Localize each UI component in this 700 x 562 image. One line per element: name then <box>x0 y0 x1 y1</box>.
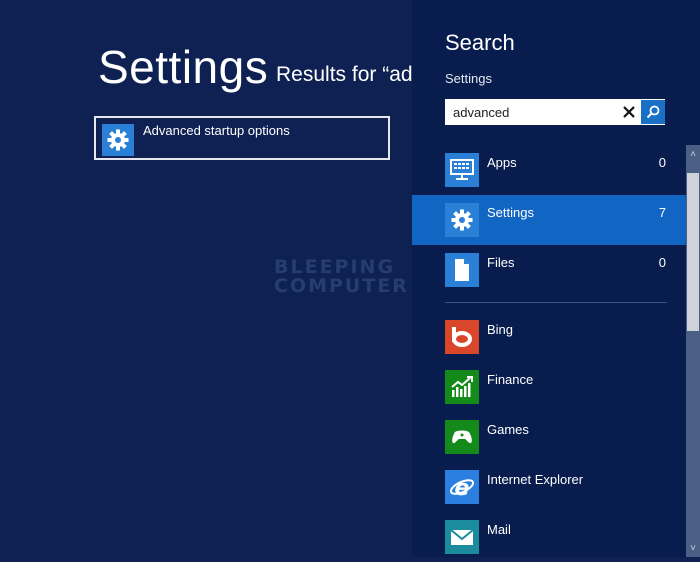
gear-icon <box>445 203 479 237</box>
scroll-thumb[interactable] <box>687 173 699 331</box>
scope-name: Apps <box>487 155 517 170</box>
chevron-up-icon: ˄ <box>690 148 696 160</box>
search-icon <box>646 105 660 119</box>
app-name: Finance <box>487 372 534 387</box>
scroll-up-button[interactable]: ˄ <box>686 145 700 163</box>
document-icon <box>445 253 479 287</box>
close-icon <box>623 106 635 118</box>
charm-title: Search <box>445 30 515 55</box>
results-for-label: Results for “ad <box>276 63 412 86</box>
app-name: Mail <box>487 522 511 537</box>
scope-name: Files <box>487 255 515 270</box>
chevron-down-icon: ˅ <box>690 542 696 554</box>
app-list: Bing Finance Games e Internet Explorer M… <box>412 312 686 562</box>
app-name: Bing <box>487 322 514 337</box>
internet-explorer-icon: e <box>445 470 479 504</box>
scope-count: 0 <box>658 255 666 270</box>
search-charm: Search Settings Apps 0 Settings 7 <box>412 0 700 557</box>
scope-apps[interactable]: Apps 0 <box>412 145 686 195</box>
scope-count: 7 <box>658 205 666 220</box>
search-scope-label: Settings <box>445 71 492 86</box>
search-go-button[interactable] <box>641 100 665 124</box>
app-internet-explorer[interactable]: e Internet Explorer <box>412 462 686 512</box>
page-title: Settings <box>98 41 269 93</box>
monitor-keyboard-icon <box>445 153 479 187</box>
app-bing[interactable]: Bing <box>412 312 686 362</box>
app-name: Internet Explorer <box>487 472 584 487</box>
mail-icon <box>445 520 479 554</box>
finance-chart-icon <box>445 370 479 404</box>
scroll-down-button[interactable]: ˅ <box>686 539 700 557</box>
search-scope-list: Apps 0 Settings 7 Files 0 <box>412 145 686 295</box>
scope-settings[interactable]: Settings 7 <box>412 195 686 245</box>
search-input[interactable] <box>445 99 631 125</box>
clear-search-button[interactable] <box>617 99 641 125</box>
bing-icon <box>445 320 479 354</box>
scrollbar[interactable]: ˄ ˅ <box>686 145 700 557</box>
app-mail[interactable]: Mail <box>412 512 686 562</box>
watermark: BLEEPING COMPUTER <box>274 258 409 296</box>
gear-icon <box>102 124 134 156</box>
search-box <box>445 99 665 125</box>
result-label: Advanced startup options <box>143 123 290 138</box>
gamepad-icon <box>445 420 479 454</box>
scope-files[interactable]: Files 0 <box>412 245 686 295</box>
app-finance[interactable]: Finance <box>412 362 686 412</box>
watermark-line-2: COMPUTER <box>274 275 409 297</box>
scope-name: Settings <box>487 205 534 220</box>
result-item-advanced-startup[interactable]: Advanced startup options <box>94 116 390 160</box>
scope-count: 0 <box>658 155 666 170</box>
divider <box>445 302 667 303</box>
search-results-pane: Settings Results for “ad Advanced startu… <box>0 0 412 557</box>
app-name: Games <box>487 422 529 437</box>
app-games[interactable]: Games <box>412 412 686 462</box>
